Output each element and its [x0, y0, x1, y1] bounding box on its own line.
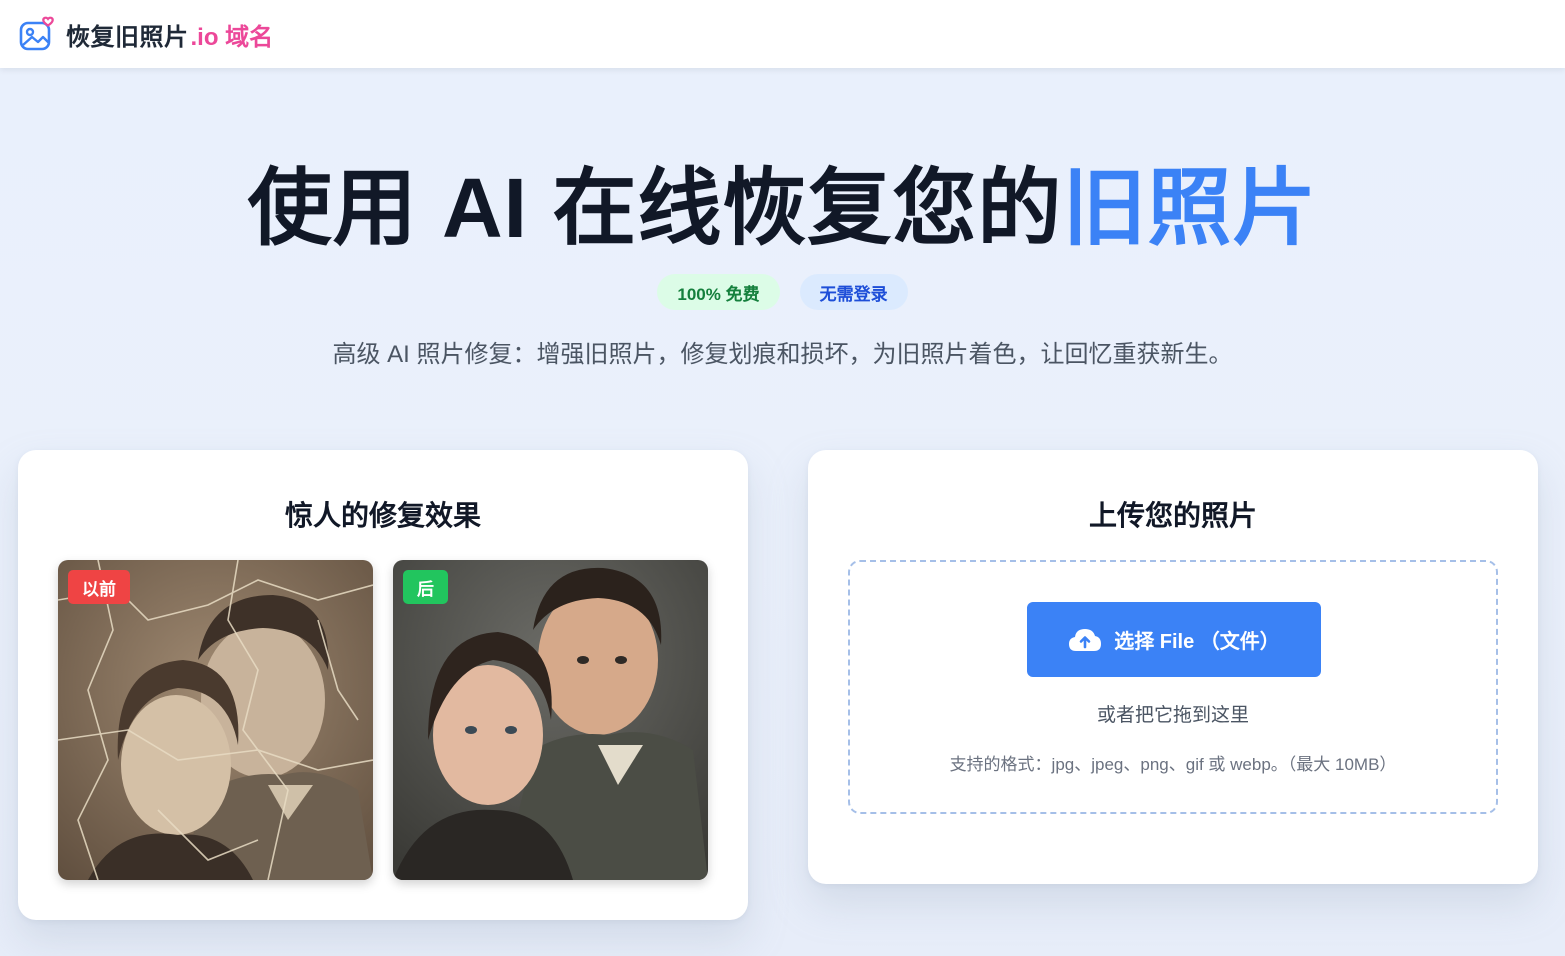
supported-formats: 支持的格式：jpg、jpeg、png、gif 或 webp。（最大 10MB） — [949, 755, 1397, 774]
top-header: 恢复旧照片 .io 域名 — [0, 0, 1565, 68]
hero-title-accent: 旧照片 — [1062, 161, 1318, 255]
no-login-badge: 无需登录 — [799, 274, 908, 310]
hero-badges: 100% 免费 无需登录 — [0, 274, 1565, 310]
choose-file-label: 选择 File （文件） — [1114, 631, 1280, 653]
before-image — [58, 560, 373, 880]
photo-heart-logo-icon[interactable] — [18, 15, 56, 53]
choose-file-button[interactable]: 选择 File （文件） — [1027, 602, 1321, 677]
free-badge: 100% 免费 — [657, 274, 780, 310]
upload-dropzone[interactable]: 选择 File （文件） 或者把它拖到这里 支持的格式：jpg、jpeg、png… — [848, 560, 1498, 814]
drop-hint: 或者把它拖到这里 — [1096, 705, 1249, 726]
showcase-title: 惊人的修复效果 — [284, 500, 481, 531]
cloud-upload-icon — [1069, 628, 1102, 651]
after-image — [393, 560, 708, 880]
after-photo: 后 — [393, 560, 708, 880]
brand-suffix[interactable]: .io 域名 — [191, 17, 274, 52]
after-tag: 后 — [403, 570, 448, 604]
hero-title-main: 使用 AI 在线恢复您的 — [247, 161, 1063, 255]
upload-card: 上传您的照片 选择 File （文件） 或者把它拖到这里 支持的格式：jpg、j… — [808, 450, 1538, 884]
before-photo: 以前 — [58, 560, 373, 880]
showcase-card: 惊人的修复效果 以前 后 — [18, 450, 748, 920]
upload-title: 上传您的照片 — [1088, 500, 1257, 531]
brand-name[interactable]: 恢复旧照片 — [66, 17, 189, 52]
hero-subtitle: 高级 AI 照片修复：增强旧照片，修复划痕和损坏，为旧照片着色，让回忆重获新生。 — [332, 341, 1233, 368]
before-tag: 以前 — [68, 570, 130, 604]
hero-title: 使用 AI 在线恢复您的旧照片 — [0, 158, 1565, 258]
